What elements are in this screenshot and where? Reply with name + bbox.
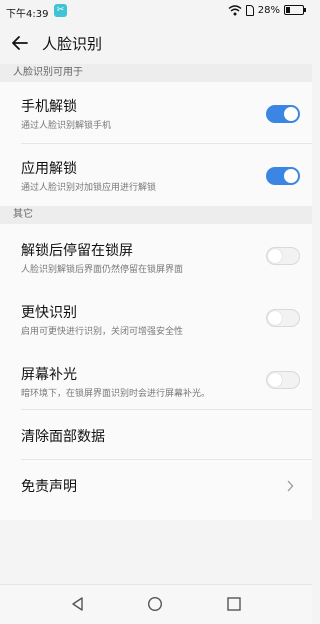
row-stay-on-lockscreen[interactable]: 解锁后停留在锁屏 人脸识别解锁后界面仍然停留在锁屏界面: [0, 224, 312, 286]
status-indicators: 28%: [228, 4, 306, 16]
chevron-right-icon: [287, 480, 294, 492]
battery-icon: [284, 5, 306, 15]
row-subtitle: 通过人脸识别对加锁应用进行解锁: [21, 183, 157, 193]
row-subtitle: 暗环境下，在锁屏界面识别时会进行屏幕补光。: [21, 389, 211, 399]
other-list: 解锁后停留在锁屏 人脸识别解锁后界面仍然停留在锁屏界面 更快识别 启用可更快进行…: [0, 224, 312, 520]
row-screen-fill-light[interactable]: 屏幕补光 暗环境下，在锁屏界面识别时会进行屏幕补光。: [0, 348, 312, 410]
row-app-unlock[interactable]: 应用解锁 通过人脸识别对加锁应用进行解锁: [0, 144, 312, 206]
section-header-other: 其它: [0, 206, 312, 224]
row-subtitle: 通过人脸识别解锁手机: [21, 121, 112, 131]
page-title: 人脸识别: [42, 35, 103, 53]
notification-app-icon: ✂: [54, 4, 67, 17]
toggle-knob: [284, 107, 298, 121]
toggle-knob: [268, 311, 282, 325]
app-bar: 人脸识别: [0, 22, 312, 64]
toggle-knob: [268, 249, 282, 263]
faster-recognition-toggle[interactable]: [266, 309, 300, 327]
row-clear-face-data[interactable]: 清除面部数据: [0, 410, 312, 460]
wifi-icon: [228, 5, 242, 16]
nav-recent-apps-icon[interactable]: [226, 596, 242, 612]
row-title: 解锁后停留在锁屏: [21, 243, 133, 259]
toggle-knob: [268, 373, 282, 387]
section-header-usage: 人脸识别可用于: [0, 64, 312, 82]
usage-list: 手机解锁 通过人脸识别解锁手机 应用解锁 通过人脸识别对加锁应用进行解锁: [0, 82, 312, 206]
stay-on-lockscreen-toggle[interactable]: [266, 247, 300, 265]
row-title: 屏幕补光: [21, 367, 77, 383]
row-title: 应用解锁: [21, 161, 77, 177]
row-subtitle: 启用可更快进行识别，关闭可增强安全性: [21, 327, 184, 337]
system-nav-bar: [0, 584, 312, 624]
status-time: 下午4:39: [6, 9, 49, 20]
screen-fill-light-toggle[interactable]: [266, 371, 300, 389]
battery-level-fill: [286, 7, 290, 13]
row-title: 手机解锁: [21, 99, 77, 115]
row-faster-recognition[interactable]: 更快识别 启用可更快进行识别，关闭可增强安全性: [0, 286, 312, 348]
status-bar: 下午4:39 ✂ 28%: [0, 0, 312, 22]
app-unlock-toggle[interactable]: [266, 167, 300, 185]
row-title: 免责声明: [21, 479, 77, 495]
nav-home-icon[interactable]: [147, 596, 163, 612]
row-title: 更快识别: [21, 305, 77, 321]
phone-unlock-toggle[interactable]: [266, 105, 300, 123]
battery-percent: 28%: [257, 4, 280, 16]
row-disclaimer[interactable]: 免责声明: [0, 460, 312, 520]
row-title: 清除面部数据: [21, 429, 105, 445]
nav-back-icon[interactable]: [70, 596, 86, 612]
back-arrow-icon[interactable]: [10, 33, 30, 53]
toggle-knob: [284, 169, 298, 183]
row-phone-unlock[interactable]: 手机解锁 通过人脸识别解锁手机: [0, 82, 312, 144]
row-subtitle: 人脸识别解锁后界面仍然停留在锁屏界面: [21, 265, 184, 275]
sim-card-icon: [245, 4, 254, 16]
